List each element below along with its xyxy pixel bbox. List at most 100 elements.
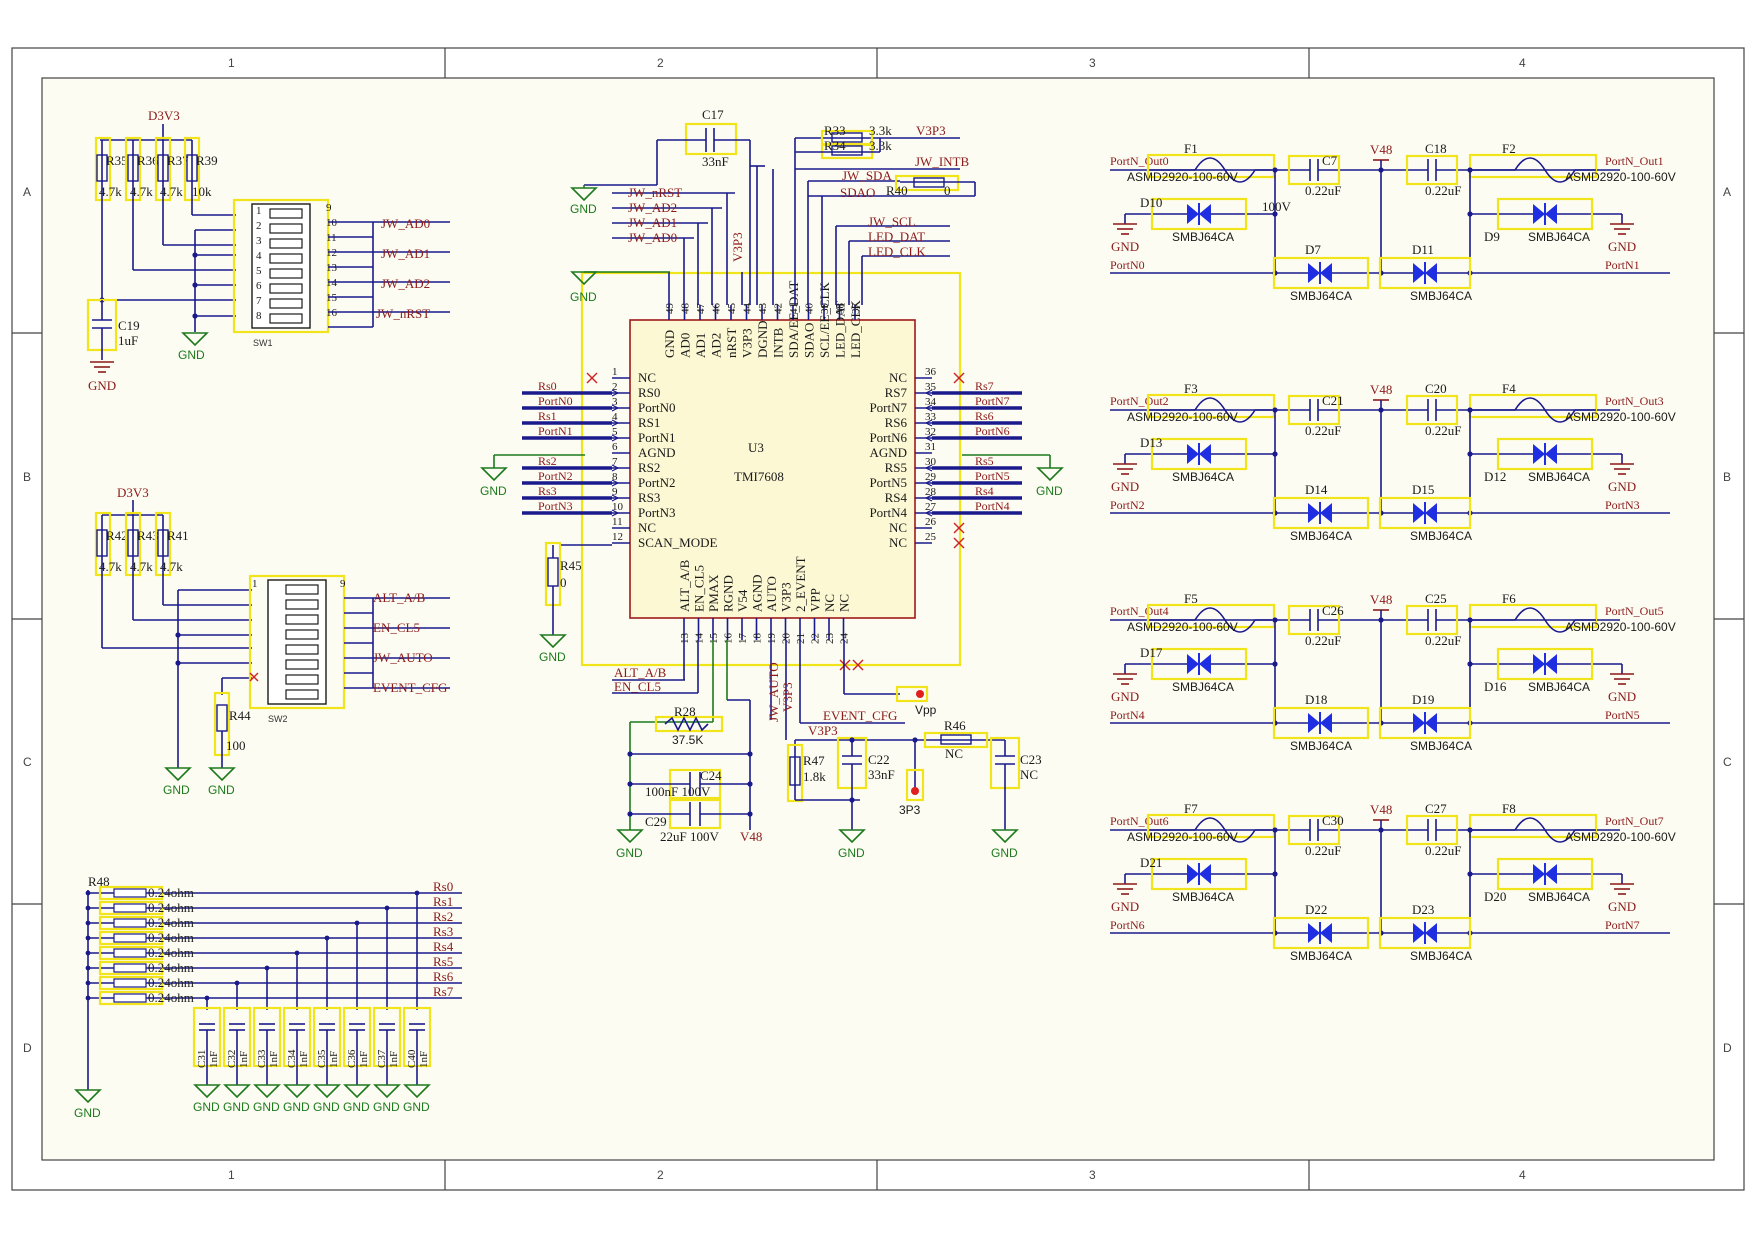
u3-top-pin: 42 INTB [771,303,786,358]
cap-right-val: 0.22uF [1425,633,1461,648]
u3-top-pin-name: LED_CLK [848,300,863,358]
u3-top-pin-name: SDA/EE_DAT [786,281,801,358]
rbank-val: 0.24ohm [148,990,194,1005]
u3-top-pin-num: 49 [664,303,676,315]
u3-net-jw-nrst: JW_nRST [628,185,682,200]
gnd-label-r45: GND [539,650,566,664]
c22-ref: C22 [868,752,890,767]
cap-left-extra: 100V [1262,199,1292,214]
u3-top-pin-name: nRST [724,328,739,358]
u3-top-pin-num: 43 [757,303,769,315]
cap-right-val: 0.22uF [1425,423,1461,438]
u3-left-pin-name: SCAN_MODE [638,535,718,550]
rbank-cap-ref: C31 [196,1050,208,1068]
u3-top-pin-name: V3P3 [740,328,755,358]
u3-right-net-label: PortN6 [975,424,1010,438]
v48-label: V48 [1370,142,1392,157]
frame-row-d-right: D [1723,1041,1732,1055]
cap-left-val: 0.22uF [1305,183,1341,198]
tvs-right-part: SMBJ64CA [1528,470,1590,484]
rbank-cap-gnd: GND [283,1100,310,1114]
u3-bottom-pin-num: 17 [737,633,749,645]
r33-val: 3.3k [869,123,892,138]
c23-val: NC [1020,767,1038,782]
v48-label: V48 [1370,802,1392,817]
u3-left-pin-name: RS3 [638,490,660,505]
frame-row-b: B [23,470,31,484]
tvs-bottom-left-ref: D14 [1305,482,1328,497]
port-n-left: PortN2 [1110,498,1145,512]
sw2-ref: SW2 [268,714,288,724]
frame-col-2: 2 [657,56,664,70]
rbank-cap-gnd: GND [373,1100,400,1114]
c19-val: 1uF [118,333,138,348]
u3-bottom-pin-num: 21 [795,633,807,644]
cap-left-val: 0.22uF [1305,423,1341,438]
u3-right-pin-num: 25 [925,531,937,543]
r45-ref: R45 [560,558,582,573]
r48-ref: R48 [88,874,110,889]
rbank-cap-gnd: GND [193,1100,220,1114]
cap-left-ref: C7 [1322,153,1338,168]
u3-left-pin-name: AGND [638,445,676,460]
r46-ref: R46 [944,718,966,733]
u3-left-pin-name: PortN1 [638,430,676,445]
sw1-pin-13: 13 [326,262,338,274]
cap-left-val: 0.22uF [1305,843,1341,858]
u3-right-net-label: PortN5 [975,469,1010,483]
sw1-pin-label-3: 3 [256,235,262,247]
u3-left-pin-name: RS0 [638,385,660,400]
tvs-right-part: SMBJ64CA [1528,890,1590,904]
r41-ref: R41 [167,528,189,543]
rbank-cap-val: 1nF [268,1051,280,1068]
r41-val: 4.7k [160,559,183,574]
sw1-net-jw-ad0: JW_AD0 [381,216,430,231]
gnd-label-rbank: GND [74,1106,101,1120]
rbank-cap-val: 1nF [208,1051,220,1068]
u3-left-pin-name: NC [638,520,656,535]
port-n-left: PortN4 [1110,708,1145,722]
u3-net-sdao: SDAO [840,185,875,200]
r44-ref: R44 [229,708,251,723]
c22-val: 33nF [868,767,895,782]
u3-left-net-label: PortN1 [538,424,573,438]
u3-net-jw-ad0: JW_AD0 [628,230,677,245]
u3-top-pin-name: LED_DAT [833,301,848,358]
u3-bottom-pin-name: AUTO [764,576,779,612]
rbank-val: 0.24ohm [148,930,194,945]
sw2-net-jw-auto: JW_AUTO [373,650,433,665]
r28-val: 37.5K [672,733,703,747]
u3-right-pin-name: NC [889,535,907,550]
port-out-left: PortN_Out2 [1110,394,1169,408]
rbank-net-label: Rs5 [433,954,453,969]
rbank-cap-ref: C36 [346,1049,358,1068]
sw2-net-event-cfg: EVENT_CFG [373,680,447,695]
gnd-label-c22: GND [838,846,865,860]
sw2-pin-last: 9 [340,578,346,590]
u3-left-pin-name: NC [638,370,656,385]
cap-right-ref: C25 [1425,591,1447,606]
u3-bottom-pin-num: 13 [679,633,691,645]
tvs-right-ref: D20 [1484,889,1506,904]
u3-right-net-label: Rs7 [975,379,994,393]
frame-row-d: D [23,1041,32,1055]
u3-right-pin-name: NC [889,520,907,535]
u3-ref: U3 [748,440,764,455]
port-out-right: PortN_Out5 [1605,604,1664,618]
u3-left-net-label: PortN0 [538,394,573,408]
rbank-net-label: Rs0 [433,879,453,894]
rbank-val: 0.24ohm [148,900,194,915]
rbank-cap-val: 1nF [298,1051,310,1068]
tvs-bottom-right-part: SMBJ64CA [1410,289,1472,303]
u3-top-pin-num: 40 [804,303,816,315]
gnd-label-c19: GND [88,378,116,393]
u3-right-pin-name: RS7 [885,385,908,400]
rbank-val: 0.24ohm [148,960,194,975]
frame-row-b-right: B [1723,470,1731,484]
u3-right-net-label: Rs5 [975,454,994,468]
u3-right-pin-name: RS6 [885,415,908,430]
frame-row-a-right: A [1723,185,1731,199]
port-n-left: PortN0 [1110,258,1145,272]
u3-bottom-pin-name: AGND [750,574,765,612]
sw1-pin-11: 11 [326,232,337,244]
